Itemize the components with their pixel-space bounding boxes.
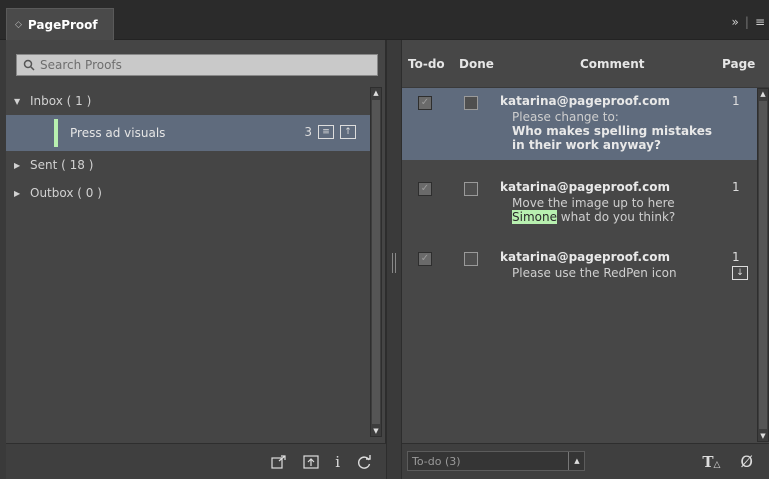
comment-author: katarina@pageproof.com: [500, 94, 670, 108]
filter-dropdown[interactable]: To-do (3) ▲: [407, 451, 585, 471]
comment-page: 1: [732, 250, 740, 264]
scroll-thumb[interactable]: [372, 100, 380, 424]
todo-checkbox[interactable]: ✓: [418, 182, 432, 196]
comment-author: katarina@pageproof.com: [500, 180, 670, 194]
column-header-todo[interactable]: To-do: [408, 57, 445, 71]
todo-checkbox[interactable]: ✓: [418, 96, 432, 110]
comments-scrollbar[interactable]: ▲ ▼: [757, 88, 769, 442]
comment-row[interactable]: ✓ katarina@pageproof.com 1 Please use th…: [402, 244, 757, 288]
search-input[interactable]: Search Proofs: [16, 54, 378, 76]
tree-label: Press ad visuals: [70, 126, 166, 140]
text-tool-icon[interactable]: T△: [702, 453, 720, 471]
info-icon[interactable]: i: [335, 453, 340, 471]
tree-label: Outbox ( 0 ): [30, 186, 102, 200]
tree-label: Sent ( 18 ): [30, 158, 94, 172]
splitter-grip[interactable]: [392, 253, 396, 273]
proofs-panel: Search Proofs ▼ Inbox ( 1 ) Press ad vis…: [6, 40, 386, 479]
comment-line-bold: Who makes spelling mistakes: [512, 124, 712, 138]
upload-icon[interactable]: [303, 455, 319, 469]
menu-separator: |: [744, 15, 749, 29]
refresh-icon[interactable]: [356, 454, 372, 470]
comment-text: Move the image up to here Simone what do…: [512, 196, 675, 224]
search-placeholder: Search Proofs: [40, 58, 122, 72]
proof-meta: 3 ≡ ↑: [304, 125, 356, 139]
comment-page: 1: [732, 180, 740, 194]
comment-line-bold: in their work anyway?: [512, 138, 661, 152]
done-checkbox[interactable]: [464, 252, 478, 266]
tree-item-sent[interactable]: ▶ Sent ( 18 ): [6, 151, 370, 179]
proofs-tree: ▼ Inbox ( 1 ) Press ad visuals 3 ≡ ↑ ▶ S…: [6, 87, 370, 207]
collapse-icon[interactable]: ◇: [15, 20, 22, 30]
comment-line: Please change to:: [512, 110, 619, 124]
todo-checkbox[interactable]: ✓: [418, 252, 432, 266]
proofs-footer: i: [6, 443, 386, 479]
comment-row[interactable]: ✓ katarina@pageproof.com 1 Please change…: [402, 88, 757, 160]
tab-pageproof[interactable]: ◇ PageProof: [6, 8, 114, 40]
comment-line: what do you think?: [556, 210, 676, 224]
scroll-up-icon[interactable]: ▲: [371, 88, 381, 98]
tree-item-outbox[interactable]: ▶ Outbox ( 0 ): [6, 179, 370, 207]
panel-menu-icon[interactable]: ≡: [755, 15, 765, 29]
tree-item-press-ad-visuals[interactable]: Press ad visuals 3 ≡ ↑: [6, 115, 370, 151]
comments-panel: To-do Done Comment Page ✓ katarina@pagep…: [402, 40, 769, 479]
comment-page: 1: [732, 94, 740, 108]
column-header-comment[interactable]: Comment: [580, 57, 644, 71]
comment-line: Move the image up to here: [512, 196, 675, 210]
panel-tab-bar: ◇ PageProof » | ≡: [0, 0, 769, 40]
column-header-done[interactable]: Done: [459, 57, 494, 71]
done-checkbox[interactable]: [464, 182, 478, 196]
mention-highlight: Simone: [512, 210, 557, 224]
clear-icon[interactable]: Ø: [740, 452, 753, 471]
comment-row[interactable]: ✓ katarina@pageproof.com 1 Move the imag…: [402, 174, 757, 234]
panel-menu[interactable]: » | ≡: [732, 15, 765, 29]
dropdown-arrow-icon[interactable]: ▲: [568, 452, 585, 470]
attachment-download-icon[interactable]: ↓: [732, 266, 748, 280]
tree-label: Inbox ( 1 ): [30, 94, 92, 108]
comments-footer: To-do (3) ▲ T△ Ø: [402, 443, 769, 479]
comments-header: To-do Done Comment Page: [402, 40, 769, 88]
comments-icon[interactable]: ≡: [318, 125, 334, 139]
comment-author: katarina@pageproof.com: [500, 250, 670, 264]
export-icon[interactable]: [271, 455, 287, 469]
collapsed-triangle-icon[interactable]: ▶: [14, 161, 24, 170]
proof-status-bar: [54, 119, 58, 147]
proofs-scrollbar[interactable]: ▲ ▼: [370, 87, 382, 437]
filter-value: To-do (3): [412, 454, 461, 468]
scroll-up-icon[interactable]: ▲: [758, 89, 768, 99]
tree-item-inbox[interactable]: ▼ Inbox ( 1 ): [6, 87, 370, 115]
comment-count: 3: [304, 125, 312, 139]
scroll-thumb[interactable]: [759, 101, 767, 429]
scroll-down-icon[interactable]: ▼: [371, 426, 381, 436]
expand-chevrons-icon[interactable]: »: [732, 15, 739, 29]
open-proof-icon[interactable]: ↑: [340, 125, 356, 139]
comment-text: Please change to: Who makes spelling mis…: [512, 110, 712, 152]
done-checkbox[interactable]: [464, 96, 478, 110]
scroll-down-icon[interactable]: ▼: [758, 431, 768, 441]
comment-line: Please use the RedPen icon: [512, 266, 677, 280]
tab-label: PageProof: [27, 17, 98, 32]
comment-text: Please use the RedPen icon: [512, 266, 677, 280]
expanded-triangle-icon[interactable]: ▼: [14, 97, 24, 106]
search-icon: [23, 59, 35, 71]
collapsed-triangle-icon[interactable]: ▶: [14, 189, 24, 198]
panel-splitter[interactable]: [386, 40, 402, 479]
column-header-page[interactable]: Page: [722, 57, 755, 71]
